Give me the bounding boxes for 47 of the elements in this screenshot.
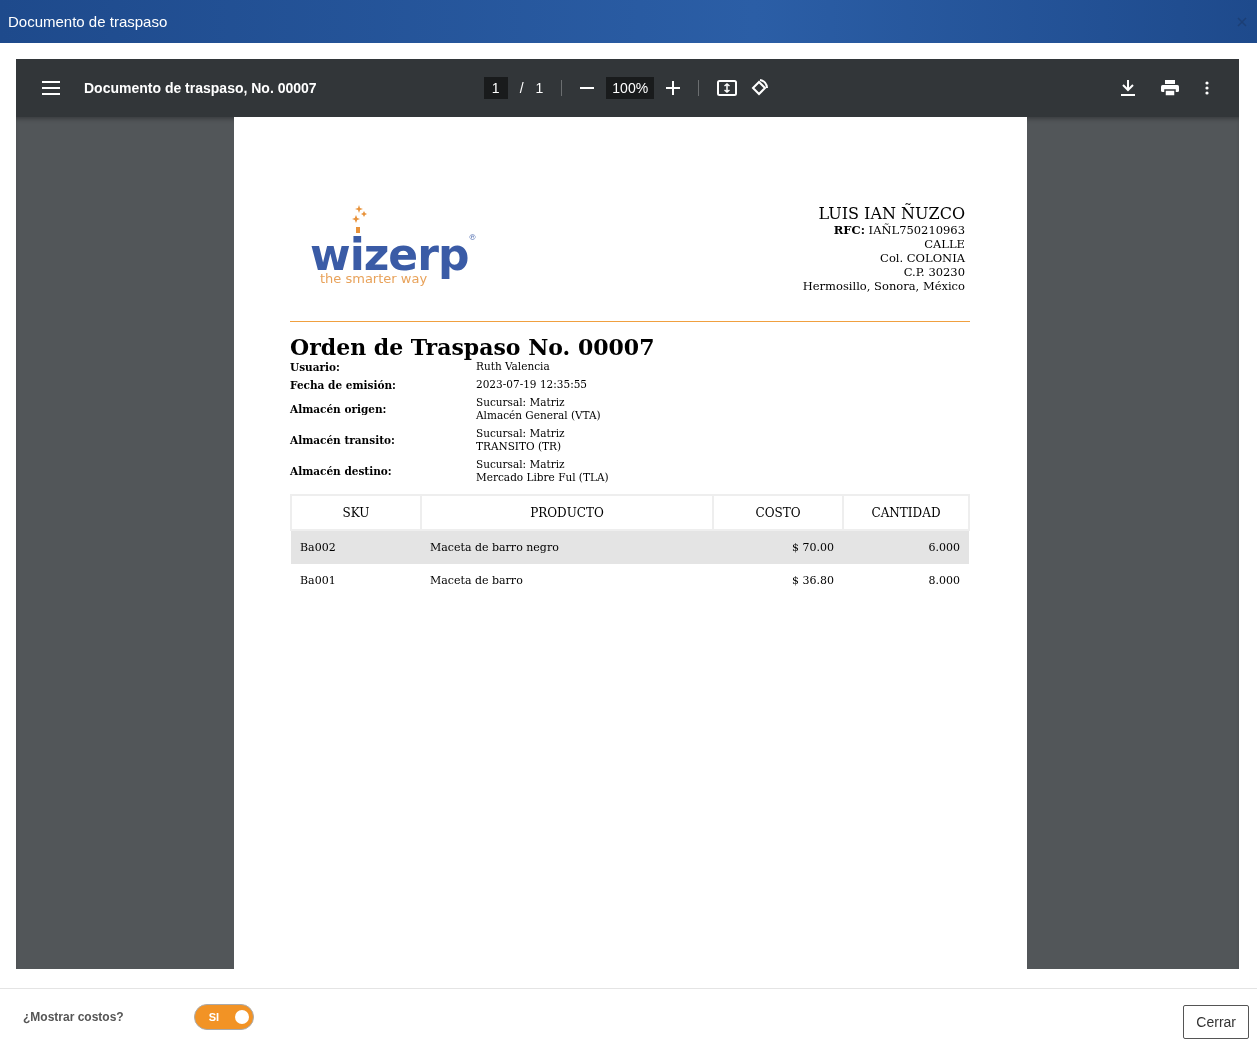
page-number-field[interactable]: 1 [483, 77, 508, 99]
field-label: Usuario: [290, 360, 341, 373]
company-address-line: CALLE [924, 237, 965, 251]
table-cell: $ 70.00 [713, 530, 843, 564]
company-address-line: C.P. 30230 [903, 265, 965, 279]
close-button[interactable]: Cerrar [1183, 1004, 1249, 1039]
table-cell: Maceta de barro negro [421, 530, 713, 564]
table-cell: Ba001 [291, 564, 421, 597]
field-label: Almacén transito: [290, 434, 396, 446]
company-rfc: RFC: IAÑL750210963 [833, 223, 965, 237]
table-cell: Ba002 [291, 530, 421, 564]
print-icon[interactable] [1161, 80, 1179, 96]
field-value: Ruth Valencia [476, 360, 551, 373]
company-address-line: Col. COLONIA [880, 251, 965, 265]
table-cell: 8.000 [843, 564, 969, 597]
company-address-line: Hermosillo, Sonora, México [802, 279, 965, 293]
column-header: PRODUCTO [421, 495, 713, 530]
table-cell: Maceta de barro [421, 564, 713, 597]
table-cell: 6.000 [843, 530, 969, 564]
field-value: 2023-07-19 12:35:55 [476, 378, 589, 391]
document-title: Documento de traspaso, No. 00007 [84, 80, 317, 96]
zoom-level-field[interactable]: 100% [606, 77, 655, 99]
field-value: Almacén General (VTA) [476, 409, 602, 422]
field-value: Sucursal: Matriz [476, 458, 566, 471]
column-header: SKU [291, 495, 421, 530]
field-value: Mercado Libre Ful (TLA) [476, 471, 610, 484]
field-label: Almacén origen: [290, 403, 388, 415]
more-icon[interactable] [1205, 81, 1209, 95]
field-value: Sucursal: Matriz [476, 427, 566, 440]
menu-icon[interactable] [42, 81, 60, 95]
page-separator: / [519, 80, 524, 96]
field-label: Fecha de emisión: [290, 378, 397, 391]
toggle-label: ¿Mostrar costos? [23, 1009, 124, 1024]
field-value: TRANSITO (TR) [476, 440, 563, 453]
sparkle-icon [350, 205, 368, 235]
registered-mark: ® [468, 233, 477, 242]
field-label: Almacén destino: [290, 465, 393, 477]
company-name: LUIS IAN ÑUZCO [818, 205, 965, 223]
download-icon[interactable] [1121, 80, 1135, 96]
fit-page-icon[interactable] [717, 80, 738, 96]
field-value: Sucursal: Matriz [476, 396, 566, 409]
window-title: Documento de traspaso [8, 13, 168, 30]
rotate-icon[interactable] [749, 78, 770, 98]
document-heading: Orden de Traspaso No. 00007 [290, 334, 656, 360]
page-total: 1 [535, 80, 544, 96]
table-cell: $ 36.80 [713, 564, 843, 597]
zoom-in-icon[interactable] [666, 81, 681, 95]
